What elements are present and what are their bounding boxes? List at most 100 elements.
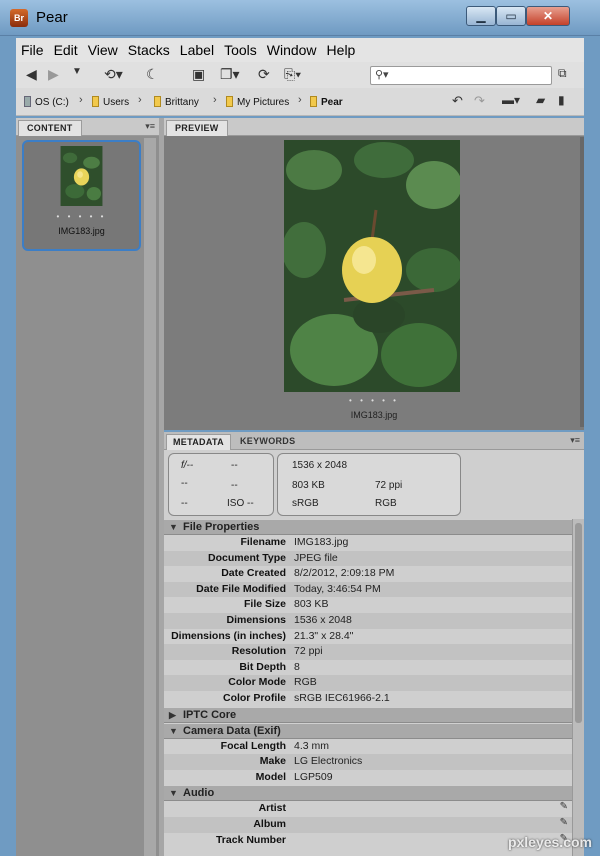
breadcrumb-my-pictures[interactable]: My Pictures [226, 96, 289, 108]
breadcrumb-separator: › [138, 94, 142, 106]
preview-image[interactable] [284, 140, 460, 392]
panel-menu-icon[interactable]: ▾≡ [145, 121, 155, 132]
toolbar: ◀ ▶ ▼ ⟲▾ ☾ ▣ ❐▾ ⟳ ⎘▾ ⚲▾ ⧉ [16, 62, 584, 88]
menu-window[interactable]: Window [262, 38, 322, 62]
search-input[interactable]: ⚲▾ [370, 66, 552, 85]
metadata-value: Today, 3:46:54 PM [294, 582, 381, 595]
folder-icon [154, 96, 161, 107]
back-icon[interactable]: ◀ [26, 66, 37, 83]
metadata-scrollbar[interactable] [572, 519, 584, 856]
undo-icon[interactable]: ↶ [452, 93, 463, 109]
metadata-value: 72 ppi [294, 645, 323, 658]
breadcrumb-drive[interactable]: OS (C:) [24, 96, 69, 108]
menu-view[interactable]: View [83, 38, 123, 62]
expanded-triangle-icon: ▼ [169, 788, 178, 799]
exposure-value: -- [231, 480, 238, 491]
favorites-icon[interactable]: ⟲▾ [104, 66, 123, 83]
metadata-value: sRGB IEC61966-2.1 [294, 691, 390, 704]
metadata-label: Color Profile [222, 691, 286, 704]
folder-icon [226, 96, 233, 107]
metadata-label: Model [255, 770, 286, 783]
metadata-row: Filename IMG183.jpg [164, 535, 572, 551]
file-summary: 1536 x 2048 803 KB 72 ppi sRGB RGB [277, 453, 461, 516]
menu-help[interactable]: Help [322, 38, 361, 62]
metadata-row: Date File Modified Today, 3:46:54 PM [164, 581, 572, 598]
content-panel: CONTENT ▾≡ • • • • • IMG183.jpg [16, 118, 159, 856]
camera-summary: f/-- -- -- -- -- ISO -- [168, 453, 274, 516]
breadcrumb-users[interactable]: Users [92, 96, 129, 108]
thumbnail-card[interactable]: • • • • • IMG183.jpg [22, 140, 141, 251]
metadata-row: Make LG Electronics [164, 754, 572, 770]
menu-bar: File Edit View Stacks Label Tools Window Help [16, 38, 584, 62]
section-camera-data[interactable]: ▼ Camera Data (Exif) [164, 722, 572, 739]
metadata-row[interactable]: Artist ✎ [164, 801, 572, 817]
preview-filename: IMG183.jpg [350, 410, 398, 420]
metadata-row[interactable]: Album ✎ [164, 816, 572, 833]
metadata-list: ▼ File Properties Filename IMG183.jpg Docum… [164, 519, 572, 849]
redo-icon[interactable]: ↷ [474, 93, 485, 109]
metadata-label: Album [253, 817, 286, 830]
scroll-thumb[interactable] [575, 523, 582, 723]
close-button[interactable]: ✕ [526, 6, 570, 26]
new-folder-icon[interactable]: ▰ [536, 93, 545, 107]
tab-preview[interactable]: PREVIEW [166, 120, 228, 136]
rating-stars[interactable]: • • • • • [24, 212, 139, 221]
menu-stacks[interactable]: Stacks [123, 38, 175, 62]
metadata-label: Date File Modified [196, 582, 286, 595]
metadata-row: File Size 803 KB [164, 597, 572, 613]
tab-keywords[interactable]: KEYWORDS [234, 434, 301, 450]
refine-icon[interactable]: ❐▾ [220, 66, 240, 83]
trash-icon[interactable]: ▮ [558, 93, 565, 107]
iso-value: ISO -- [227, 498, 254, 509]
rotate-icon[interactable]: ⟳ [258, 66, 270, 83]
output-icon[interactable]: ⎘▾ [284, 66, 301, 83]
maximize-button[interactable]: ▭ [496, 6, 526, 26]
forward-icon[interactable]: ▶ [48, 66, 59, 83]
compact-mode-icon[interactable]: ⧉ [558, 66, 567, 81]
metering-value: -- [181, 498, 188, 509]
metadata-row: Date Created 8/2/2012, 2:09:18 PM [164, 566, 572, 582]
metadata-label: Date Created [221, 567, 286, 580]
panel-menu-icon[interactable]: ▾≡ [570, 435, 580, 446]
history-dropdown-icon[interactable]: ▼ [72, 66, 82, 77]
expanded-triangle-icon: ▼ [169, 522, 178, 532]
breadcrumb-separator: › [298, 94, 302, 106]
menu-edit[interactable]: Edit [49, 38, 83, 62]
metadata-label: Make [259, 755, 286, 768]
tab-metadata[interactable]: METADATA [166, 434, 231, 450]
shutter-value: -- [231, 460, 238, 471]
metadata-value: RGB [294, 676, 317, 689]
breadcrumb-pear[interactable]: Pear [310, 96, 343, 108]
metadata-value: IMG183.jpg [294, 536, 349, 548]
folder-icon [92, 96, 99, 107]
window-title: Pear [36, 9, 68, 26]
section-file-properties[interactable]: ▼ File Properties [164, 519, 572, 535]
metadata-row: Dimensions (in inches) 21.3" x 28.4" [164, 628, 572, 645]
open-folder-icon[interactable]: ▬▾ [502, 93, 520, 107]
summary-dimensions: 1536 x 2048 [292, 460, 348, 471]
menu-label[interactable]: Label [175, 38, 219, 62]
app-icon: Br [10, 9, 28, 27]
metadata-value: 4.3 mm [294, 739, 330, 752]
metadata-row: Document Type JPEG file [164, 550, 572, 567]
metadata-row: Focal Length 4.3 mm [164, 738, 572, 755]
breadcrumb-brittany[interactable]: Brittany [154, 96, 199, 108]
boomerang-icon[interactable]: ☾ [146, 66, 159, 83]
section-audio[interactable]: ▼ Audio [164, 785, 572, 802]
metadata-label: Filename [240, 536, 286, 548]
content-scrollbar[interactable] [144, 138, 156, 856]
menu-file[interactable]: File [16, 38, 49, 62]
camera-download-icon[interactable]: ▣ [192, 66, 205, 83]
summary-color-mode: RGB [375, 498, 397, 509]
tab-content[interactable]: CONTENT [18, 120, 82, 136]
section-iptc-core[interactable]: ▶ IPTC Core [164, 706, 572, 723]
menu-tools[interactable]: Tools [219, 38, 262, 62]
preview-rating-stars[interactable]: • • • • • [164, 396, 584, 405]
preview-scrollbar[interactable] [580, 137, 584, 427]
minimize-button[interactable]: ▁ [466, 6, 496, 26]
watermark: pxleyes.com [507, 834, 592, 850]
edit-pencil-icon[interactable]: ✎ [560, 817, 568, 828]
preview-tab-bar: PREVIEW [164, 118, 584, 136]
drive-icon [24, 96, 31, 107]
edit-pencil-icon[interactable]: ✎ [560, 801, 568, 812]
